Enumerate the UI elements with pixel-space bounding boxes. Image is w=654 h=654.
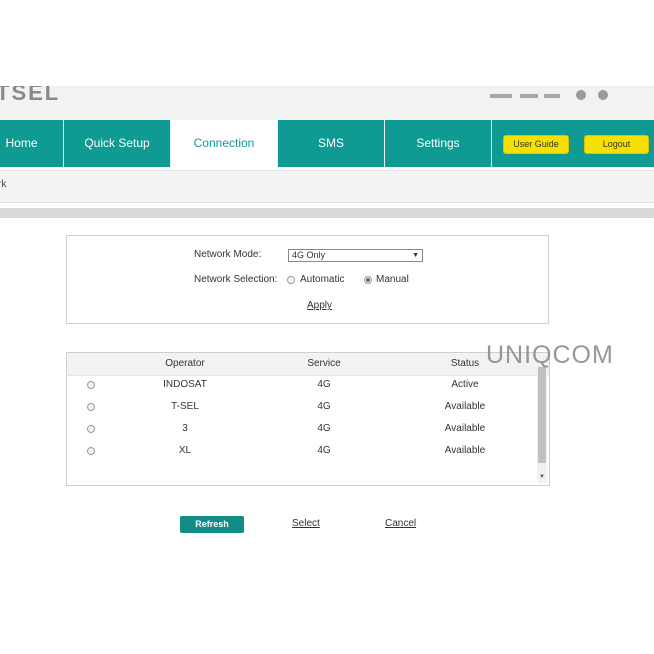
refresh-button[interactable]: Refresh [180,516,244,533]
scrollbar-thumb[interactable] [538,367,546,463]
col-service: Service [307,358,341,369]
network-mode-select[interactable]: 4G Only ▼ [288,249,423,262]
operator-status: Available [444,401,486,412]
chevron-down-icon: ▼ [412,252,419,259]
operator-name: T-SEL [171,401,199,412]
info-icon [576,90,586,100]
nav-home[interactable]: Home [0,120,64,167]
help-icon [598,90,608,100]
operator-name: INDOSAT [163,379,207,390]
signal-icon [490,94,512,98]
brand-logo: TSEL [0,86,61,105]
wifi-icon [544,94,560,98]
automatic-radio[interactable] [287,276,295,284]
col-operator: Operator [165,358,205,369]
operator-radio[interactable] [87,381,95,389]
operator-service: 4G [317,379,331,390]
nav-quick-setup[interactable]: Quick Setup [64,120,171,167]
operator-name: 3 [182,423,188,434]
scroll-down-icon[interactable]: ▼ [538,473,546,481]
nav-connection[interactable]: Connection [171,120,278,167]
table-header: Operator Service Status [67,353,549,376]
operator-radio[interactable] [87,403,95,411]
nav-settings[interactable]: Settings [385,120,492,167]
brand-bar: TSEL [0,86,654,120]
manual-radio[interactable] [364,276,372,284]
logout-button[interactable]: Logout [584,135,649,154]
divider [0,208,654,218]
operator-radio[interactable] [87,425,95,433]
automatic-label: Automatic [300,274,345,285]
operator-status: Available [444,445,486,456]
operator-status: Active [451,379,479,390]
watermark: UNIQCOM [486,341,614,369]
operator-status: Available [444,423,486,434]
operator-service: 4G [317,423,331,434]
operator-name: XL [178,445,192,456]
manual-label: Manual [376,274,409,285]
network-mode-value: 4G Only [292,250,326,260]
network-mode-label: Network Mode: [194,249,262,260]
user-guide-button[interactable]: User Guide [503,135,569,154]
status-icons [380,90,650,102]
apply-link[interactable]: Apply [307,300,332,311]
cancel-link[interactable]: Cancel [385,518,416,529]
operator-service: 4G [317,401,331,412]
network-settings-panel: Network Mode: 4G Only ▼ Network Selectio… [66,235,549,324]
breadcrumb-bar: rk [0,170,654,203]
breadcrumb: rk [0,179,7,190]
operator-radio[interactable] [87,447,95,455]
operator-table: Operator Service Status INDOSAT 4G Activ… [66,352,550,486]
operator-service: 4G [317,445,331,456]
main-nav: Home Quick Setup Connection SMS Settings… [0,120,654,167]
network-selection-label: Network Selection: [194,274,278,285]
top-area [0,0,654,98]
select-link[interactable]: Select [292,518,320,529]
battery-icon [520,94,538,98]
nav-sms[interactable]: SMS [278,120,385,167]
scrollbar[interactable]: ▼ [537,367,547,483]
